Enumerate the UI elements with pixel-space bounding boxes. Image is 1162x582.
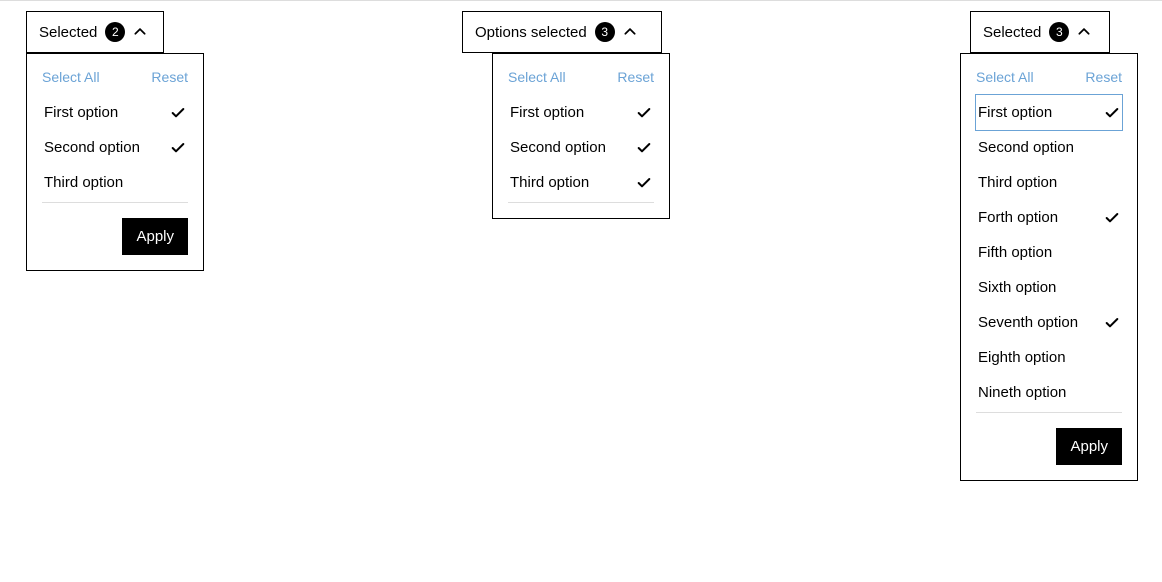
- option-item[interactable]: Seventh option: [976, 305, 1122, 340]
- check-icon: [1104, 210, 1120, 226]
- dropdown-selected-3: Selected 3 Select All Reset First option…: [960, 11, 1138, 481]
- select-all-link[interactable]: Select All: [508, 69, 566, 85]
- check-icon: [170, 175, 186, 191]
- option-label: Third option: [978, 174, 1057, 191]
- dropdown-label: Options selected: [475, 24, 587, 41]
- panel-actions: Select All Reset: [976, 69, 1122, 85]
- options-list: First option Second option Third option: [42, 95, 188, 203]
- panel-footer: Apply: [42, 218, 188, 255]
- option-label: First option: [510, 104, 584, 121]
- dropdown-label: Selected: [39, 24, 97, 41]
- option-label: Fifth option: [978, 244, 1052, 261]
- option-label: First option: [978, 104, 1052, 121]
- dropdown-panel: Select All Reset First option Second opti…: [960, 53, 1138, 481]
- option-label: Second option: [978, 139, 1074, 156]
- option-item[interactable]: First option: [42, 95, 188, 130]
- check-icon: [1104, 140, 1120, 156]
- check-icon: [1104, 280, 1120, 296]
- check-icon: [1104, 175, 1120, 191]
- option-item[interactable]: First option: [976, 95, 1122, 130]
- option-label: Second option: [44, 139, 140, 156]
- chevron-up-icon: [623, 25, 637, 39]
- chevron-up-icon: [1077, 25, 1091, 39]
- panel-actions: Select All Reset: [508, 69, 654, 85]
- reset-link[interactable]: Reset: [151, 69, 188, 85]
- option-item[interactable]: Second option: [976, 130, 1122, 165]
- check-icon: [636, 105, 652, 121]
- option-label: First option: [44, 104, 118, 121]
- option-item[interactable]: Sixth option: [976, 270, 1122, 305]
- check-icon: [1104, 245, 1120, 261]
- option-item[interactable]: Eighth option: [976, 340, 1122, 375]
- dropdown-toggle[interactable]: Selected 3: [970, 11, 1110, 53]
- check-icon: [1104, 315, 1120, 331]
- check-icon: [636, 140, 652, 156]
- option-label: Eighth option: [978, 349, 1066, 366]
- option-label: Third option: [44, 174, 123, 191]
- count-badge: 3: [595, 22, 615, 42]
- reset-link[interactable]: Reset: [617, 69, 654, 85]
- select-all-link[interactable]: Select All: [976, 69, 1034, 85]
- check-icon: [170, 140, 186, 156]
- option-label: Seventh option: [978, 314, 1078, 331]
- count-badge: 3: [1049, 22, 1069, 42]
- check-icon: [170, 105, 186, 121]
- option-item[interactable]: Second option: [508, 130, 654, 165]
- dropdown-toggle[interactable]: Options selected 3: [462, 11, 662, 53]
- option-label: Sixth option: [978, 279, 1056, 296]
- option-item[interactable]: Third option: [42, 165, 188, 200]
- option-item[interactable]: Forth option: [976, 200, 1122, 235]
- apply-button[interactable]: Apply: [1056, 428, 1122, 465]
- check-icon: [1104, 385, 1120, 401]
- panel-actions: Select All Reset: [42, 69, 188, 85]
- count-badge: 2: [105, 22, 125, 42]
- panel-footer: Apply: [976, 428, 1122, 465]
- option-label: Second option: [510, 139, 606, 156]
- option-item[interactable]: Nineth option: [976, 375, 1122, 410]
- dropdown-toggle[interactable]: Selected 2: [26, 11, 164, 53]
- option-label: Forth option: [978, 209, 1058, 226]
- check-icon: [1104, 105, 1120, 121]
- option-item[interactable]: First option: [508, 95, 654, 130]
- option-label: Third option: [510, 174, 589, 191]
- options-list: First option Second option Third option For…: [976, 95, 1122, 413]
- dropdown-options-selected: Options selected 3 Select All Reset Firs…: [462, 11, 670, 219]
- option-item[interactable]: Third option: [508, 165, 654, 200]
- dropdown-panel: Select All Reset First option Second opti…: [492, 53, 670, 219]
- check-icon: [1104, 350, 1120, 366]
- check-icon: [636, 175, 652, 191]
- options-list: First option Second option Third option: [508, 95, 654, 203]
- option-item[interactable]: Second option: [42, 130, 188, 165]
- option-item[interactable]: Fifth option: [976, 235, 1122, 270]
- dropdown-label: Selected: [983, 24, 1041, 41]
- reset-link[interactable]: Reset: [1085, 69, 1122, 85]
- option-item[interactable]: Third option: [976, 165, 1122, 200]
- chevron-up-icon: [133, 25, 147, 39]
- dropdown-panel: Select All Reset First option Second opti…: [26, 53, 204, 271]
- dropdown-selected-1: Selected 2 Select All Reset First option…: [26, 11, 204, 271]
- option-label: Nineth option: [978, 384, 1066, 401]
- apply-button[interactable]: Apply: [122, 218, 188, 255]
- select-all-link[interactable]: Select All: [42, 69, 100, 85]
